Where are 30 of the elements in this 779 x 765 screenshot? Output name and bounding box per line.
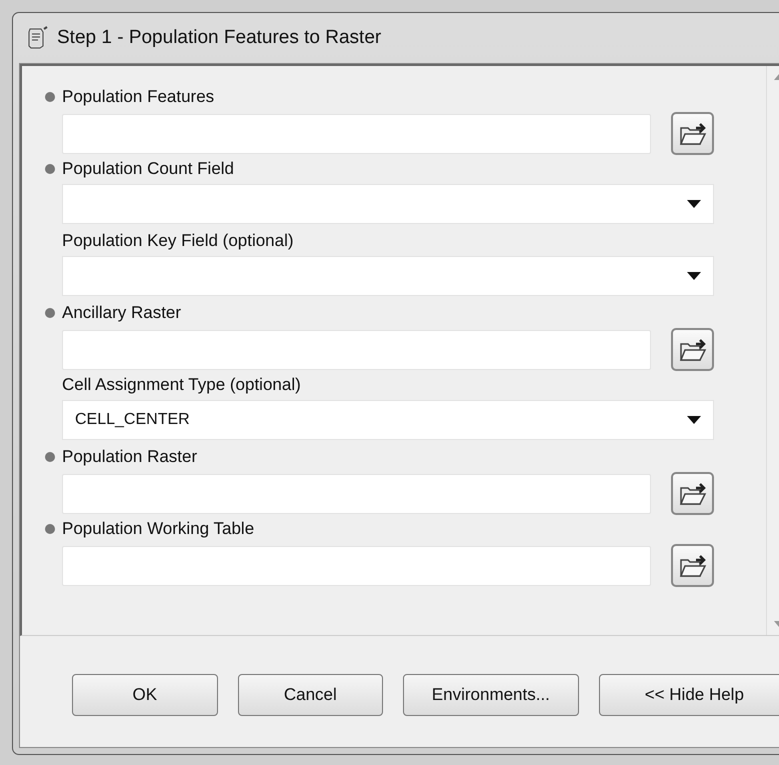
input-field[interactable] bbox=[62, 330, 651, 370]
parameter-label: Population Count Field bbox=[62, 158, 234, 180]
parameter-label: Population Key Field (optional) bbox=[62, 230, 294, 252]
parameter-label: Population Working Table bbox=[62, 518, 254, 540]
browse-button[interactable] bbox=[671, 472, 714, 515]
parameter-label: Population Features bbox=[62, 86, 214, 108]
browse-button[interactable] bbox=[671, 112, 714, 155]
parameter-label: Population Raster bbox=[62, 446, 198, 468]
browse-button[interactable] bbox=[671, 544, 714, 587]
dialog-button[interactable]: Environments... bbox=[403, 674, 579, 716]
dialog-button[interactable]: << Hide Help bbox=[598, 674, 779, 716]
dropdown-field[interactable]: CELL_CENTER bbox=[62, 400, 714, 440]
input-field[interactable] bbox=[62, 474, 651, 514]
parameter-label: Cell Assignment Type (optional) bbox=[62, 374, 301, 396]
dialog-button[interactable]: Cancel bbox=[238, 674, 384, 716]
dropdown-field[interactable] bbox=[62, 256, 714, 296]
dialog-button[interactable]: OK bbox=[72, 674, 218, 716]
folder-icon bbox=[678, 554, 706, 578]
input-field[interactable] bbox=[62, 114, 651, 154]
folder-icon bbox=[678, 338, 706, 362]
folder-icon bbox=[678, 122, 706, 146]
caret-icon bbox=[687, 272, 701, 280]
caret-icon bbox=[687, 200, 701, 208]
window-title: Step 1 - Population Features to Raster bbox=[57, 26, 382, 50]
caret-icon bbox=[687, 416, 701, 424]
browse-button[interactable] bbox=[671, 328, 714, 371]
folder-icon bbox=[678, 482, 706, 506]
input-field[interactable] bbox=[62, 546, 651, 586]
parameter-label: Ancillary Raster bbox=[62, 302, 182, 324]
dropdown-field[interactable] bbox=[62, 184, 714, 224]
